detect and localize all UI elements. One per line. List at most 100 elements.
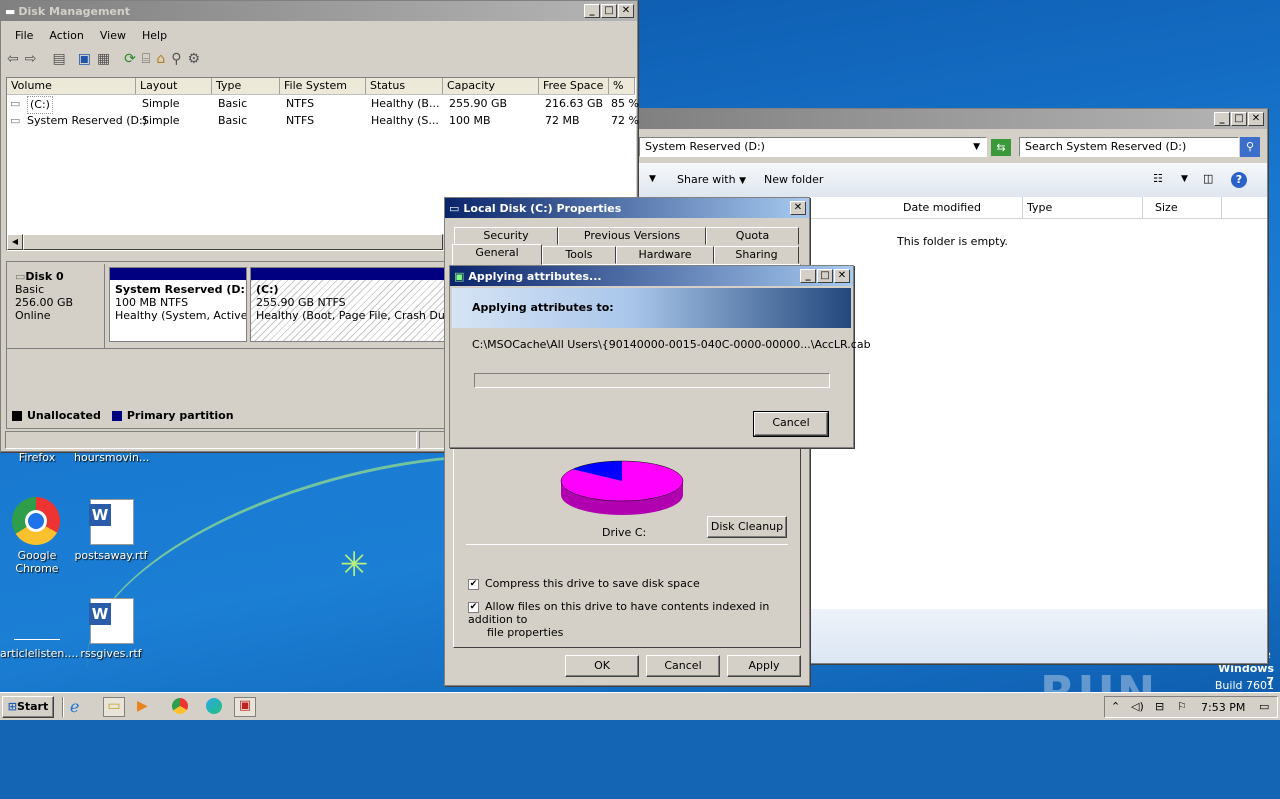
disk-mgmt-taskbar-icon[interactable]: ▣ xyxy=(234,697,256,717)
refresh-icon[interactable]: ⟳ xyxy=(124,51,136,67)
tray-expand-icon[interactable]: ⌃ xyxy=(1111,700,1120,713)
clock[interactable]: 7:53 PM xyxy=(1201,701,1245,714)
menu-view[interactable]: View xyxy=(92,29,134,42)
maximize-button[interactable]: □ xyxy=(817,269,833,283)
view-dropdown-icon[interactable]: ▼ xyxy=(1181,174,1188,184)
new-folder-button[interactable]: New folder xyxy=(764,173,823,186)
desktop-label-chrome[interactable]: Google Chrome xyxy=(0,549,74,575)
col-capacity[interactable]: Capacity xyxy=(443,78,539,94)
menu-action[interactable]: Action xyxy=(41,29,91,42)
preview-pane-icon[interactable]: ◫ xyxy=(1203,172,1213,185)
col-status[interactable]: Status xyxy=(366,78,443,94)
disk-management-titlebar: ▬ Disk Management _ □ ✕ xyxy=(1,1,637,21)
desktop-icon-hoursmovin[interactable]: hoursmovin... xyxy=(74,451,149,464)
address-bar[interactable]: System Reserved (D:) ▼ xyxy=(639,137,987,157)
col-filesystem[interactable]: File System xyxy=(280,78,366,94)
minimize-button[interactable]: _ xyxy=(800,269,816,283)
tab-hardware[interactable]: Hardware xyxy=(616,246,714,264)
taskbar: ⊞Start ℯ ▭ ▶ ▣ ⌃ ◁) ⊟ ⚐ 7:53 PM ▭ xyxy=(0,692,1280,720)
toolbar: ⇦ ⇨ ▤ ▣ ▦ ⟳ ⌸ ⌂ ⚲ ⚙ xyxy=(7,51,200,67)
desktop-label-rssgives[interactable]: rssgives.rtf xyxy=(74,647,148,660)
index-checkbox[interactable]: ✔ Allow files on this drive to have conte… xyxy=(468,600,800,639)
maximize-button[interactable]: □ xyxy=(601,4,617,18)
table-row[interactable]: ▭ System Reserved (D:) Simple Basic NTFS… xyxy=(7,113,639,130)
scroll-left-icon[interactable]: ◀ xyxy=(7,234,23,250)
scrollbar-thumb[interactable] xyxy=(23,234,443,250)
close-button[interactable]: ✕ xyxy=(1248,112,1264,126)
col-size[interactable]: Size xyxy=(1155,201,1178,214)
system-tray: ⌃ ◁) ⊟ ⚐ 7:53 PM ▭ xyxy=(1104,696,1278,718)
properties-icon[interactable]: ▦ xyxy=(97,51,110,67)
search-input[interactable]: Search System Reserved (D:) xyxy=(1019,137,1239,157)
table-row[interactable]: ▭ (C:) Simple Basic NTFS Healthy (B... 2… xyxy=(7,96,639,114)
network-icon[interactable]: ⊟ xyxy=(1155,700,1164,713)
compress-checkbox[interactable]: ✔ Compress this drive to save disk space xyxy=(468,577,700,590)
desktop-icon-firefox[interactable]: Firefox xyxy=(0,451,74,464)
tab-general[interactable]: General xyxy=(452,244,542,265)
forward-icon[interactable]: ⇨ xyxy=(25,51,37,67)
cell-status: Healthy (B... xyxy=(371,97,440,110)
cell-status: Healthy (S... xyxy=(371,114,439,127)
close-button[interactable]: ✕ xyxy=(834,269,850,283)
chrome-taskbar-icon[interactable] xyxy=(172,698,188,714)
settings-icon[interactable]: ⚙ xyxy=(187,51,200,67)
disk-info[interactable]: ▭Disk 0 Basic 256.00 GB Online xyxy=(9,264,105,348)
disk-cleanup-button[interactable]: Disk Cleanup xyxy=(707,516,787,538)
show-desktop-icon[interactable]: ▭ xyxy=(1259,700,1269,713)
media-player-icon[interactable]: ▶ xyxy=(137,698,148,714)
chrome-icon[interactable] xyxy=(12,497,60,545)
os-build: Build 7601 xyxy=(1214,679,1274,692)
col-volume[interactable]: Volume xyxy=(7,78,136,94)
start-button[interactable]: ⊞Start xyxy=(2,696,54,718)
desktop-label-postsaway[interactable]: postsaway.rtf xyxy=(74,549,148,562)
search-icon[interactable]: ⚲ xyxy=(171,51,181,67)
action-center-flag-icon[interactable]: ⚐ xyxy=(1177,700,1187,713)
volume-icon[interactable]: ◁) xyxy=(1131,700,1144,713)
cancel-button[interactable]: Cancel xyxy=(753,411,829,437)
explorer-taskbar-icon[interactable]: ▭ xyxy=(103,697,125,717)
view-icon[interactable]: ☷ xyxy=(1153,172,1163,185)
word-doc-icon[interactable]: W xyxy=(89,598,134,644)
partition-system-reserved[interactable]: System Reserved (D:) 100 MB NTFS Healthy (… xyxy=(109,267,247,342)
tab-tools[interactable]: Tools xyxy=(542,246,616,264)
col-percent-free[interactable]: % Fr xyxy=(609,78,635,94)
apply-button[interactable]: Apply xyxy=(727,655,801,677)
menu-file[interactable]: File xyxy=(7,29,41,42)
maximize-button[interactable]: □ xyxy=(1231,112,1247,126)
edge-icon[interactable] xyxy=(206,698,222,714)
dropdown-icon[interactable]: ▼ xyxy=(649,174,656,184)
search-icon[interactable]: ⚲ xyxy=(1240,137,1260,157)
open-icon[interactable]: ⌂ xyxy=(156,51,165,67)
col-layout[interactable]: Layout xyxy=(136,78,212,94)
col-type[interactable]: Type xyxy=(212,78,280,94)
col-free-space[interactable]: Free Space xyxy=(539,78,609,94)
tab-previous-versions[interactable]: Previous Versions xyxy=(558,227,706,245)
empty-folder-text: This folder is empty. xyxy=(897,235,1008,248)
menu-help[interactable]: Help xyxy=(134,29,175,42)
cell-filesystem: NTFS xyxy=(286,97,315,110)
tab-quota[interactable]: Quota xyxy=(706,227,799,245)
back-icon[interactable]: ⇦ xyxy=(7,51,19,67)
tab-sharing[interactable]: Sharing xyxy=(714,246,799,264)
ie-icon[interactable]: ℯ xyxy=(70,697,79,716)
close-button[interactable]: ✕ xyxy=(790,201,806,215)
refresh-icon[interactable]: ⇆ xyxy=(991,139,1011,156)
word-doc-icon[interactable]: W xyxy=(89,499,134,545)
desktop-label-articlelisten[interactable]: articlelisten.... xyxy=(0,647,78,660)
cancel-button[interactable]: Cancel xyxy=(646,655,720,677)
tab-security[interactable]: Security xyxy=(454,227,558,245)
properties-titlebar: ▭ Local Disk (C:) Properties ✕ xyxy=(445,198,809,218)
share-with-button[interactable]: Share with ▼ xyxy=(677,173,746,186)
console-icon[interactable]: ▤ xyxy=(52,51,65,67)
article-icon[interactable] xyxy=(14,620,60,640)
help-icon[interactable]: ▣ xyxy=(78,51,91,67)
help-icon[interactable]: ? xyxy=(1231,172,1247,188)
col-date-modified[interactable]: Date modified xyxy=(903,201,981,214)
ok-button[interactable]: OK xyxy=(565,655,639,677)
dropdown-icon[interactable]: ▼ xyxy=(973,138,980,156)
close-button[interactable]: ✕ xyxy=(618,4,634,18)
rescan-icon[interactable]: ⌸ xyxy=(142,51,150,67)
minimize-button[interactable]: _ xyxy=(584,4,600,18)
col-type[interactable]: Type xyxy=(1027,201,1052,214)
minimize-button[interactable]: _ xyxy=(1214,112,1230,126)
